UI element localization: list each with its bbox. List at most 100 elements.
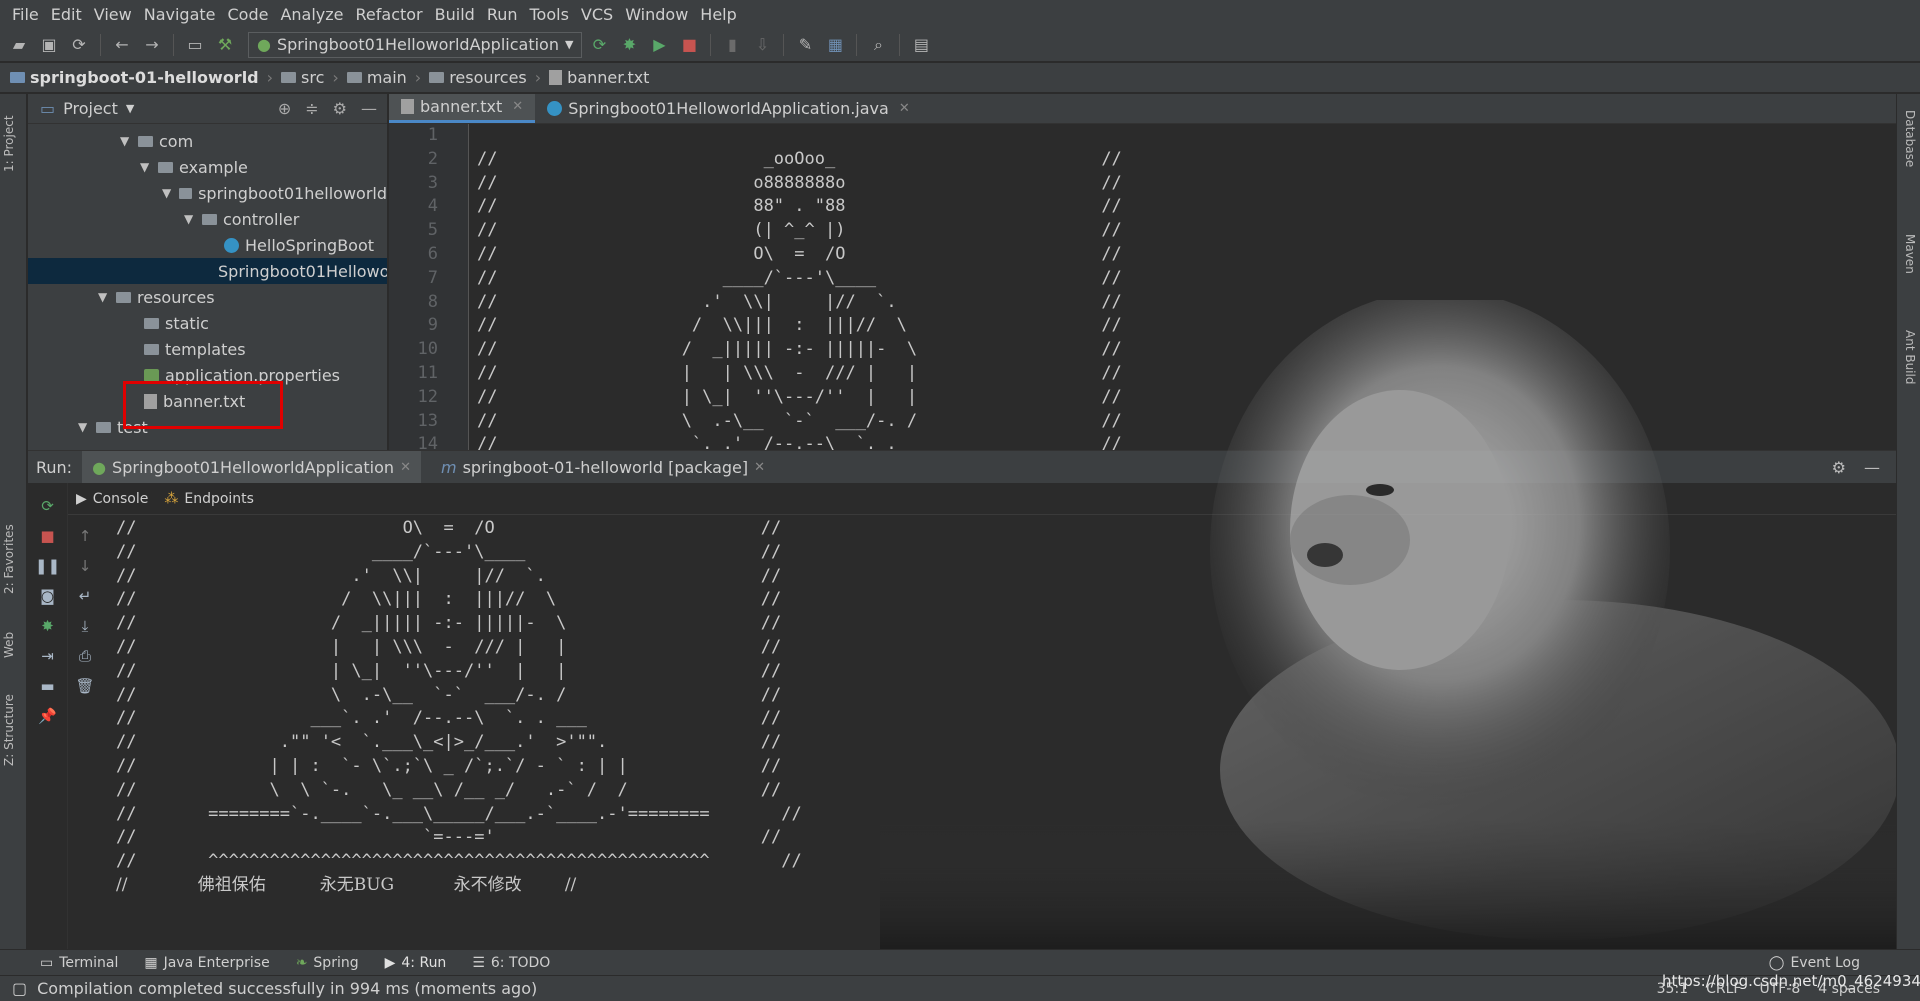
project-view-label[interactable]: Project	[63, 99, 118, 118]
stop-icon[interactable]: ■	[676, 32, 702, 58]
search-icon[interactable]: ⌕	[865, 32, 891, 58]
layout-icon[interactable]: ▬	[40, 677, 54, 695]
menu-code[interactable]: Code	[222, 5, 275, 24]
breadcrumb-resources[interactable]: resources	[429, 68, 527, 87]
tree-item-controller[interactable]: ▼ controller	[28, 206, 387, 232]
menu-view[interactable]: View	[88, 5, 138, 24]
sync-icon[interactable]: ⟳	[66, 32, 92, 58]
menu-refactor[interactable]: Refactor	[350, 5, 429, 24]
expand-arrow-icon[interactable]: ▼	[162, 186, 173, 200]
event-log-button[interactable]: ◯ Event Log	[1769, 955, 1920, 971]
exit-icon[interactable]: ⇥	[41, 647, 54, 665]
hide-icon[interactable]: —	[1864, 458, 1880, 477]
settings-wrench-icon[interactable]: ✎	[792, 32, 818, 58]
menu-edit[interactable]: Edit	[45, 5, 88, 24]
tab-run[interactable]: ▶ 4: Run	[385, 955, 447, 971]
menu-tools[interactable]: Tools	[524, 5, 575, 24]
expand-arrow-icon[interactable]: ▼	[120, 134, 132, 148]
structure-tool-button[interactable]: Z: Structure	[2, 694, 16, 766]
debug-bug-icon[interactable]: ✸	[616, 32, 642, 58]
trash-icon[interactable]: 🗑	[75, 677, 94, 695]
close-icon[interactable]: ✕	[512, 99, 523, 114]
arrow-down-icon[interactable]: ↓	[79, 557, 92, 575]
forward-icon[interactable]: →	[139, 32, 165, 58]
status-message[interactable]: Compilation completed successfully in 99…	[37, 979, 537, 998]
print-icon[interactable]: ⎙	[79, 647, 91, 665]
tree-item-com[interactable]: ▼ com	[28, 128, 387, 154]
menu-run[interactable]: Run	[481, 5, 524, 24]
breadcrumb-src[interactable]: src	[281, 68, 324, 87]
maven-tool-button[interactable]: Maven	[1903, 234, 1917, 274]
tab-terminal[interactable]: ▭ Terminal	[40, 955, 118, 971]
camera-icon[interactable]: ◙	[40, 587, 55, 605]
run-configuration-select[interactable]: ● Springboot01HelloworldApplication ▼	[248, 31, 583, 58]
expand-arrow-icon[interactable]: ▼	[140, 160, 152, 174]
locate-icon[interactable]: ⊕	[278, 99, 291, 118]
breadcrumb-project[interactable]: springboot-01-helloworld	[10, 68, 259, 87]
pause-icon[interactable]: ❚❚	[35, 557, 60, 575]
menu-navigate[interactable]: Navigate	[138, 5, 222, 24]
tab-application-java[interactable]: Springboot01HelloworldApplication.java ✕	[535, 94, 922, 123]
menu-file[interactable]: File	[6, 5, 45, 24]
database-tool-button[interactable]: Database	[1903, 110, 1917, 167]
expand-arrow-icon[interactable]: ▼	[78, 420, 90, 434]
save-icon[interactable]: ▣	[36, 32, 62, 58]
pin-icon[interactable]: 📌	[38, 707, 57, 725]
project-structure-folder-icon[interactable]: ▦	[822, 32, 848, 58]
run-tab-application[interactable]: ● Springboot01HelloworldApplication ✕	[82, 451, 421, 483]
open-folder-icon[interactable]: ▰	[6, 32, 32, 58]
tab-java-enterprise[interactable]: ▦ Java Enterprise	[144, 955, 269, 971]
soft-wrap-icon[interactable]: ↵	[79, 587, 92, 605]
menu-vcs[interactable]: VCS	[575, 5, 619, 24]
stop-icon[interactable]: ■	[40, 527, 54, 545]
chevron-down-icon[interactable]: ▼	[126, 102, 134, 115]
ant-build-tool-button[interactable]: Ant Build	[1903, 330, 1917, 384]
menu-help[interactable]: Help	[694, 5, 742, 24]
breadcrumb-file[interactable]: banner.txt	[549, 68, 649, 87]
expand-arrow-icon[interactable]: ▼	[98, 290, 110, 304]
tab-endpoints[interactable]: ⁂ Endpoints	[164, 491, 254, 507]
breadcrumb-main[interactable]: main	[346, 68, 407, 87]
console-output[interactable]: // O\ = /O // // ____/`---'\____ // // .…	[116, 517, 1856, 949]
collapse-icon[interactable]: ≑	[305, 99, 318, 118]
back-icon[interactable]: ←	[109, 32, 135, 58]
tree-item-springboot01helloworld[interactable]: ▼ springboot01helloworld	[28, 180, 387, 206]
vcs-commit-icon[interactable]: ⇩	[749, 32, 775, 58]
gear-icon[interactable]: ⚙	[333, 99, 347, 118]
hide-icon[interactable]: —	[361, 99, 377, 118]
tree-item-static[interactable]: static	[28, 310, 387, 336]
rerun-icon[interactable]: ⟳	[586, 32, 612, 58]
scroll-to-end-icon[interactable]: ⤓	[82, 617, 89, 635]
close-icon[interactable]: ✕	[754, 460, 765, 475]
close-icon[interactable]: ✕	[400, 460, 411, 475]
favorites-tool-button[interactable]: 2: Favorites	[2, 524, 16, 594]
menu-analyze[interactable]: Analyze	[274, 5, 349, 24]
project-tool-button[interactable]: 1: Project	[2, 115, 16, 172]
tree-item-example[interactable]: ▼ example	[28, 154, 387, 180]
tab-console[interactable]: ▶ Console	[76, 491, 148, 507]
project-structure-icon[interactable]: ▭	[182, 32, 208, 58]
vcs-update-icon[interactable]: ▮	[719, 32, 745, 58]
rerun-icon[interactable]: ⟳	[41, 497, 54, 515]
tree-item-hellospringboot[interactable]: HelloSpringBoot	[28, 232, 387, 258]
arrow-up-icon[interactable]: ↑	[79, 527, 92, 545]
tab-todo[interactable]: ☰ 6: TODO	[472, 955, 550, 971]
expand-arrow-icon[interactable]: ▼	[184, 212, 196, 226]
status-panel-icon[interactable]: ▢	[12, 979, 27, 998]
tree-item-templates[interactable]: templates	[28, 336, 387, 362]
gear-icon[interactable]: ⚙	[1832, 458, 1846, 477]
web-tool-button[interactable]: Web	[2, 632, 16, 658]
presentation-icon[interactable]: ▤	[908, 32, 934, 58]
tab-spring[interactable]: ❧ Spring	[296, 955, 359, 971]
close-icon[interactable]: ✕	[899, 101, 910, 116]
build-hammer-icon[interactable]: ⚒	[212, 32, 238, 58]
tab-banner-txt[interactable]: banner.txt ✕	[389, 94, 536, 123]
run-tab-package[interactable]: m springboot-01-helloworld [package] ✕	[431, 451, 775, 483]
run-coverage-icon[interactable]: ▶	[646, 32, 672, 58]
debug-bug-icon[interactable]: ✸	[41, 617, 54, 635]
menu-window[interactable]: Window	[619, 5, 694, 24]
code-text[interactable]: // _ooOoo_ // // o8888888o // // 88" . "…	[477, 124, 1896, 450]
tree-item-application-class[interactable]: Springboot01HelloworldApplication	[28, 258, 387, 284]
tree-item-resources[interactable]: ▼ resources	[28, 284, 387, 310]
menu-build[interactable]: Build	[429, 5, 481, 24]
